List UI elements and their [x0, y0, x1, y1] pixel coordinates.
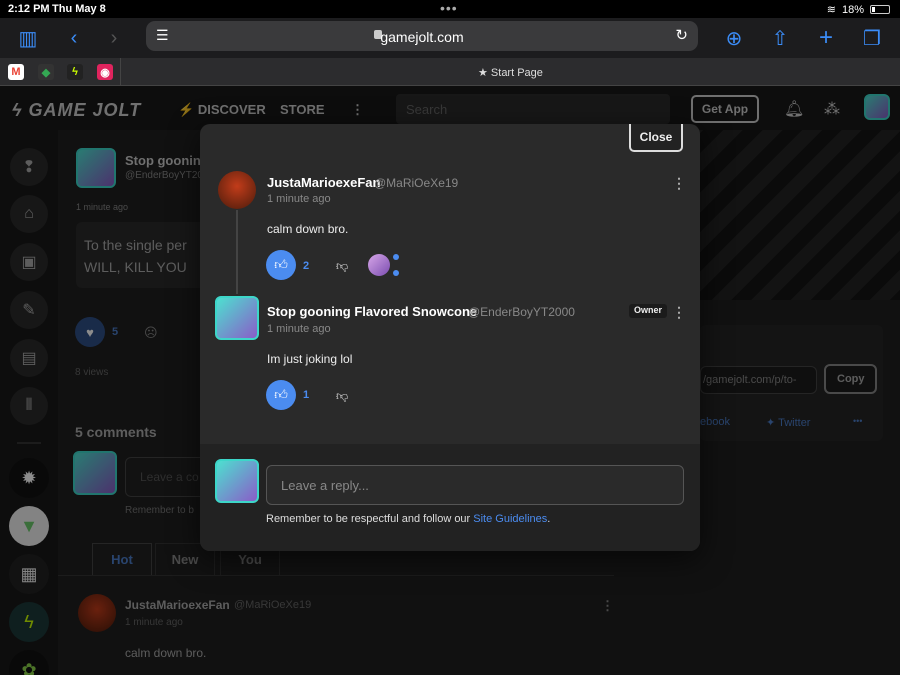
share-icon[interactable]: ⇧ [766, 24, 794, 52]
reload-icon[interactable]: ↻ [675, 26, 688, 44]
like-button[interactable]: 👍︎ [266, 380, 296, 410]
like-count: 1 [303, 389, 310, 401]
gamejolt-favicon-icon[interactable]: ϟ [67, 64, 83, 80]
battery-percent: 18% [841, 3, 864, 16]
thumbs-up-icon: 👍︎ [274, 257, 288, 272]
tab-bar: M ◆ ϟ ◉ ★ Start Page [0, 58, 900, 86]
back-icon[interactable]: ‹ [60, 24, 88, 52]
reply-guidelines-note: Remember to be respectful and follow our… [266, 513, 551, 525]
close-button[interactable]: Close [629, 124, 683, 152]
owner-badge: Owner [629, 304, 667, 318]
reply-input[interactable]: Leave a reply... [266, 465, 684, 505]
reply-composer: Leave a reply... [200, 444, 700, 551]
download-icon[interactable]: ⊕ [720, 24, 748, 52]
comment-text: Im just joking lol [267, 352, 353, 366]
address-bar[interactable]: ☰ gamejolt.com ↻ [146, 21, 698, 51]
comment-handle: @MaRiOeXe19 [374, 176, 459, 190]
comment-avatar[interactable] [218, 171, 256, 209]
thread-line [236, 210, 238, 294]
dislike-icon[interactable]: 👎︎ [336, 389, 348, 404]
app2-favicon-icon[interactable]: ◉ [97, 64, 113, 80]
liker-avatar[interactable] [368, 254, 390, 276]
comment-text: calm down bro. [267, 222, 349, 236]
comment-menu-icon[interactable]: ⋮ [672, 304, 686, 321]
url-text: gamejolt.com [380, 29, 464, 45]
comment-time: 1 minute ago [267, 193, 331, 205]
new-tab-icon[interactable]: + [812, 24, 840, 52]
tab-start-page[interactable]: ★ Start Page [478, 66, 543, 79]
reply-avatar [215, 459, 259, 503]
status-time: 2:12 PM [8, 3, 50, 15]
dislike-icon[interactable]: 👎︎ [336, 259, 348, 274]
tab-title: Start Page [490, 67, 543, 79]
comment-avatar[interactable] [215, 296, 259, 340]
comment-thread-modal: Close JustaMarioexeFan @MaRiOeXe19 1 min… [200, 124, 700, 551]
comment-handle: @EnderBoyYT2000 [468, 305, 575, 319]
comment-time: 1 minute ago [267, 323, 331, 335]
comment-author[interactable]: JustaMarioexeFan [267, 175, 380, 190]
star-icon: ★ [478, 67, 491, 79]
comment-menu-icon[interactable]: ⋮ [672, 175, 686, 192]
status-date: Thu May 8 [52, 3, 106, 15]
comment-author[interactable]: Stop gooning Flavored Snowcone [267, 304, 477, 319]
battery-icon [870, 5, 890, 14]
app-favicon-icon[interactable]: ◆ [38, 64, 54, 80]
browser-toolbar: ▥ ‹ › ☰ gamejolt.com ↻ ⊕ ⇧ + ❐ [0, 18, 900, 58]
like-count: 2 [303, 260, 310, 272]
wifi-icon: ≋ [826, 4, 836, 16]
multitask-dots-icon[interactable]: ••• [440, 0, 458, 16]
gmail-favicon-icon[interactable]: M [8, 64, 24, 80]
status-bar: 2:12 PM Thu May 8 ••• ≋ 18% [0, 0, 900, 18]
tabs-icon[interactable]: ❐ [858, 24, 886, 52]
forward-icon[interactable]: › [100, 24, 128, 52]
sidebar-icon[interactable]: ▥ [14, 24, 42, 52]
site-guidelines-link[interactable]: Site Guidelines [473, 513, 547, 525]
like-button[interactable]: 👍︎ [266, 250, 296, 280]
thumbs-up-icon: 👍︎ [274, 387, 288, 402]
